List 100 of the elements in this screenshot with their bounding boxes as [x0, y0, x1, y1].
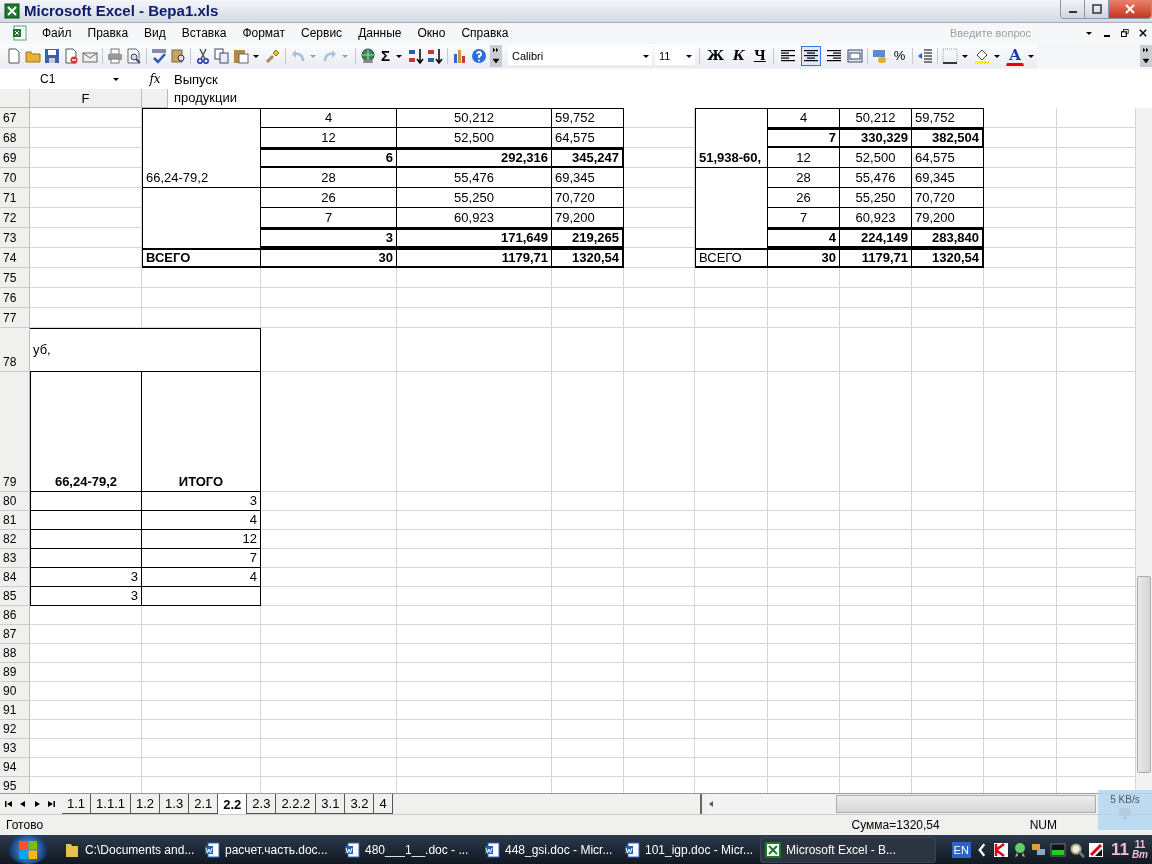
- start-button[interactable]: [8, 835, 48, 864]
- merge-cells-icon[interactable]: [846, 47, 863, 64]
- font-size-dropdown[interactable]: 11: [655, 46, 695, 65]
- row-header[interactable]: 79: [0, 371, 30, 492]
- table-cell: 51,938-60,: [695, 147, 768, 168]
- sheet-tab[interactable]: 1.3: [160, 794, 190, 815]
- copy-icon[interactable]: [214, 47, 230, 64]
- menu-item[interactable]: Правка: [79, 25, 137, 40]
- sheet-tab[interactable]: 2.2: [218, 794, 248, 815]
- coins-icon[interactable]: [871, 47, 888, 64]
- num-lock-indicator: NUM: [1029, 818, 1057, 833]
- previous-sheet-icon[interactable]: [18, 799, 28, 810]
- underline-button[interactable]: Ч: [750, 45, 769, 66]
- network-rate: 5 KB/s: [1110, 794, 1140, 805]
- help-icon[interactable]: [471, 47, 487, 64]
- magnifier-icon[interactable]: [1068, 841, 1085, 858]
- research-book-icon[interactable]: [170, 47, 186, 64]
- function-label[interactable]: fx: [149, 71, 161, 86]
- menu-item[interactable]: Формат: [234, 25, 294, 40]
- next-sheet-icon[interactable]: [32, 799, 42, 810]
- taskbar-button[interactable]: C:\Documents and...: [60, 836, 198, 863]
- taskbar-button[interactable]: Microsoft Excel - В...: [760, 836, 936, 863]
- column-header[interactable]: F: [30, 88, 142, 108]
- scroll-thumb[interactable]: [1137, 576, 1151, 774]
- borders-icon[interactable]: [942, 47, 959, 64]
- spelling-check-icon[interactable]: [151, 47, 167, 64]
- minimize-button[interactable]: [1061, 0, 1085, 18]
- table-cell: 55,250: [840, 187, 912, 208]
- decrease-indent-icon[interactable]: [917, 47, 934, 64]
- taskbar-button[interactable]: 480___1__.doc - ...: [340, 836, 478, 863]
- sheet-tab[interactable]: 2.3: [247, 794, 277, 815]
- sort-descending-icon[interactable]: [427, 47, 443, 64]
- row-header[interactable]: 69: [0, 147, 30, 168]
- taskbar-button[interactable]: 448_gsi.doc - Micr...: [480, 836, 618, 863]
- align-center-button[interactable]: [800, 45, 821, 66]
- printer-icon[interactable]: [107, 47, 123, 64]
- restore-icon[interactable]: [1121, 28, 1129, 37]
- row-header[interactable]: 70: [0, 167, 30, 188]
- menu-item[interactable]: Окно: [409, 25, 454, 40]
- maximize-button[interactable]: [1085, 0, 1109, 18]
- row-header[interactable]: 78: [0, 327, 30, 372]
- last-sheet-icon[interactable]: [46, 799, 56, 810]
- table-cell: 52,500: [397, 127, 552, 148]
- sheet-tab[interactable]: 3.1: [316, 794, 346, 815]
- row-header[interactable]: 71: [0, 187, 30, 208]
- close-button[interactable]: [1109, 0, 1151, 18]
- toolbar-options-icon[interactable]: [1140, 44, 1152, 67]
- help-search-field[interactable]: Введите вопрос: [950, 24, 1080, 41]
- sheet-tab[interactable]: 4: [374, 794, 393, 815]
- close-icon[interactable]: [1139, 28, 1147, 37]
- row-header[interactable]: 75: [0, 267, 30, 288]
- italic-button[interactable]: К: [730, 45, 748, 66]
- globe-link-icon[interactable]: [360, 47, 376, 64]
- taskbar-button[interactable]: расчет.часть.doc...: [200, 836, 338, 863]
- paint-bucket-icon[interactable]: [974, 47, 991, 64]
- autosum-button[interactable]: Σ: [379, 47, 392, 65]
- font-color-button[interactable]: A: [1006, 45, 1024, 67]
- row-header[interactable]: 73: [0, 227, 30, 248]
- network-meter[interactable]: 5 KB/s: [1098, 790, 1152, 830]
- row-header[interactable]: 76: [0, 287, 30, 308]
- taskbar-button[interactable]: 101_igp.doc - Micr...: [620, 836, 758, 863]
- percent-button[interactable]: %: [890, 44, 909, 67]
- table-cell: 26: [768, 187, 840, 208]
- table-cell: 3: [261, 227, 397, 248]
- document-stop-icon[interactable]: [63, 47, 79, 64]
- print-preview-icon[interactable]: [126, 47, 142, 64]
- sheet-tab[interactable]: 1.1: [62, 794, 92, 815]
- menu-item[interactable]: Сервис: [293, 25, 351, 40]
- row-header[interactable]: 72: [0, 207, 30, 228]
- sheet-tab[interactable]: 2.2.2: [276, 794, 317, 815]
- sheet-tab[interactable]: 3.2: [345, 794, 375, 815]
- new-document-icon[interactable]: [6, 47, 22, 64]
- row-header[interactable]: 67: [0, 107, 30, 128]
- horizontal-scrollbar[interactable]: [706, 794, 1096, 815]
- sort-ascending-icon[interactable]: [408, 47, 424, 64]
- toolbar-options-icon[interactable]: [490, 44, 502, 67]
- row-header[interactable]: 74: [0, 247, 30, 268]
- meter-icon[interactable]: [1049, 841, 1066, 858]
- bold-button[interactable]: Ж: [704, 45, 728, 66]
- sheet-tab[interactable]: 1.2: [131, 794, 161, 815]
- first-sheet-icon[interactable]: [4, 799, 14, 810]
- language-indicator[interactable]: EN: [951, 841, 971, 858]
- menu-item[interactable]: Справка: [453, 25, 517, 40]
- font-dropdown[interactable]: Calibri: [508, 46, 652, 65]
- sheet-tab[interactable]: 2.1: [189, 794, 219, 815]
- menu-item[interactable]: Вид: [136, 25, 174, 40]
- menu-item[interactable]: Данные: [350, 25, 410, 40]
- bar-chart-icon[interactable]: [452, 47, 468, 64]
- menu-item[interactable]: Вставка: [173, 25, 235, 40]
- brush-icon[interactable]: [265, 47, 281, 64]
- workbook-icon[interactable]: [12, 24, 28, 41]
- row-header[interactable]: 68: [0, 127, 30, 148]
- sheet-tab[interactable]: 1.1.1: [91, 794, 131, 815]
- clipboard-icon[interactable]: [233, 47, 249, 64]
- computers-icon[interactable]: [1030, 841, 1047, 858]
- row-header[interactable]: 77: [0, 307, 30, 328]
- four-squares-icon: [19, 840, 37, 859]
- menu-item[interactable]: Файл: [34, 25, 80, 40]
- scissors-icon[interactable]: [195, 47, 211, 64]
- table-cell: 12: [261, 127, 397, 148]
